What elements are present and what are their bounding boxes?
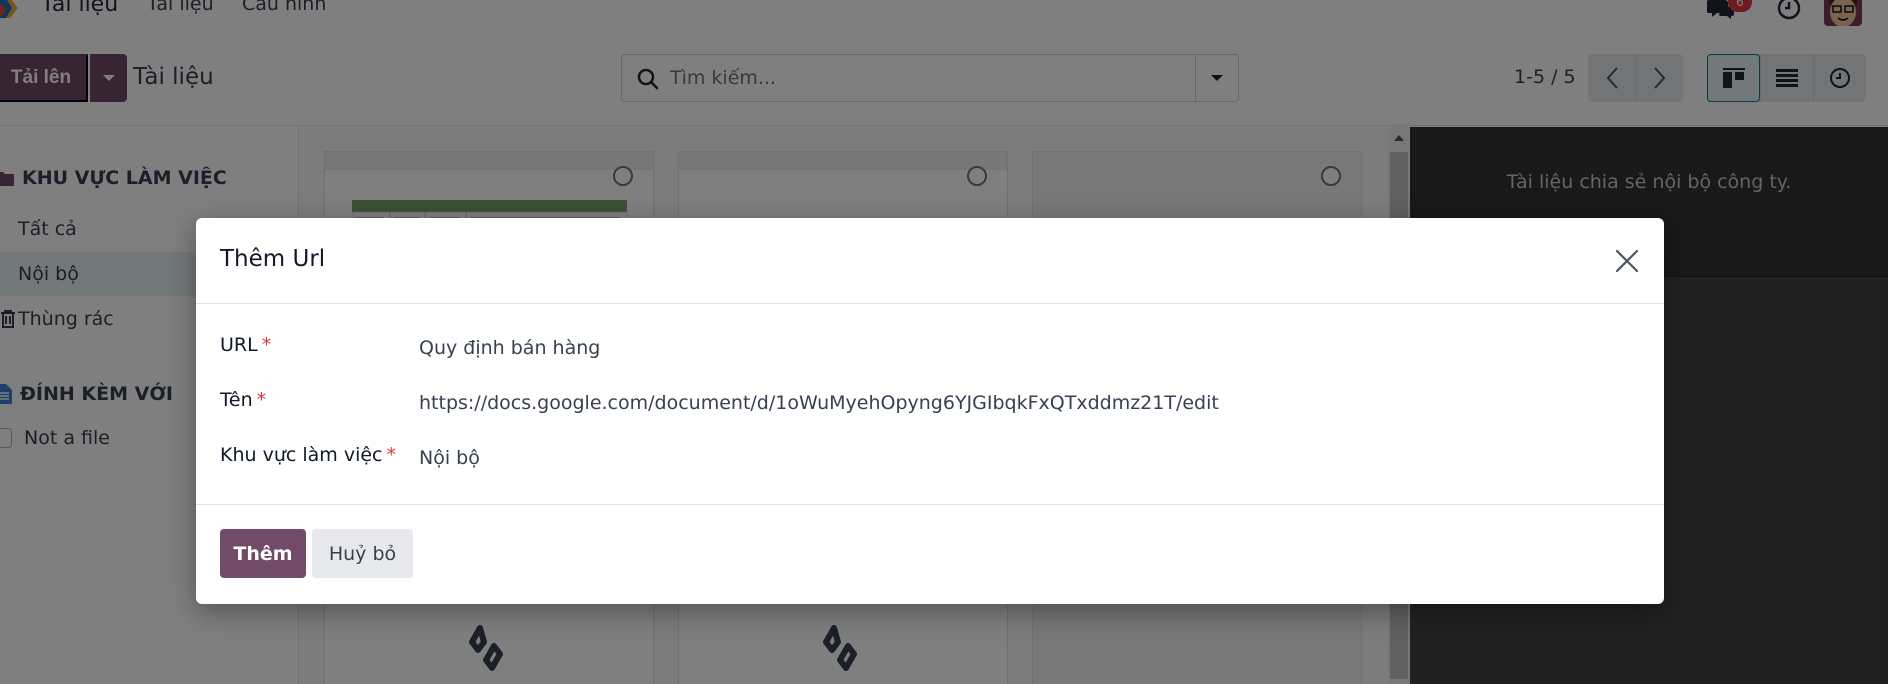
field-workspace: Khu vực làm việc *: [220, 442, 1620, 476]
required-marker: *: [386, 444, 396, 466]
required-marker: *: [256, 389, 267, 411]
dialog-header: Thêm Url: [196, 218, 1664, 304]
name-input[interactable]: [419, 387, 1619, 419]
close-icon[interactable]: [1614, 248, 1640, 274]
dialog-footer: Thêm Huỷ bỏ: [196, 505, 1664, 603]
cancel-button[interactable]: Huỷ bỏ: [312, 529, 413, 578]
field-label: Khu vực làm việc *: [220, 444, 396, 466]
add-button[interactable]: Thêm: [220, 529, 306, 578]
field-label: Tên *: [220, 389, 267, 411]
field-url: URL *: [220, 332, 1620, 366]
field-name: Tên *: [220, 387, 1620, 421]
dialog-body: URL* Tên* Khu vực làm việc*: [196, 304, 1664, 505]
required-marker: *: [261, 334, 272, 356]
workspace-input[interactable]: [419, 442, 1619, 474]
field-label: URL *: [220, 334, 272, 356]
url-input[interactable]: [419, 332, 1619, 364]
dialog-title: Thêm Url: [220, 246, 326, 272]
add-url-dialog: Thêm Url URL* Tên* Khu vực làm việc* Thê…: [196, 218, 1664, 604]
